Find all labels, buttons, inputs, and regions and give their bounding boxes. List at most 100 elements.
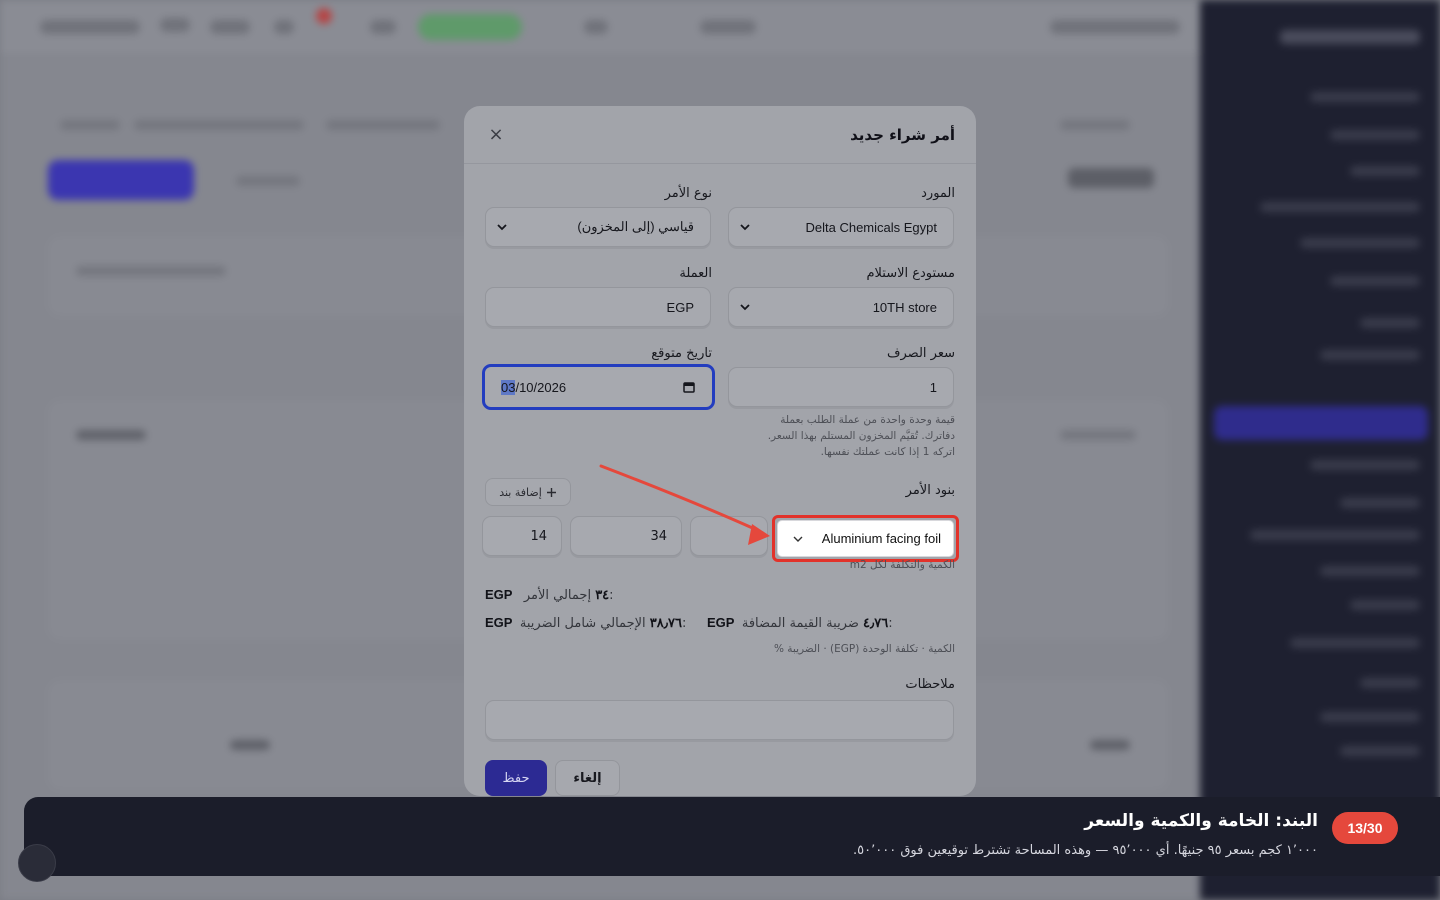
exchange-rate-value: 1 bbox=[929, 379, 937, 395]
bg-sidebar-item bbox=[1250, 530, 1420, 540]
help-button[interactable] bbox=[18, 844, 56, 882]
bg-sidebar-item bbox=[1310, 460, 1420, 470]
bg-chip bbox=[160, 18, 190, 32]
background-sidebar bbox=[1200, 0, 1440, 900]
bg-line bbox=[236, 176, 300, 186]
save-button[interactable]: حفظ bbox=[485, 760, 547, 796]
bg-line bbox=[60, 120, 120, 130]
line-quantity-input[interactable] bbox=[690, 516, 768, 556]
bg-notification-dot bbox=[316, 8, 332, 24]
close-icon[interactable]: × bbox=[484, 124, 508, 145]
warehouse-select[interactable]: 10TH store bbox=[728, 287, 954, 327]
bg-status-chip bbox=[418, 14, 522, 40]
tutorial-banner: 13/30 البند: الخامة والكمية والسعر ١٬٠٠٠… bbox=[24, 797, 1440, 876]
bg-chip bbox=[210, 20, 250, 34]
order-type-label: نوع الأمر bbox=[664, 186, 712, 201]
line-tax-input[interactable]: 14 bbox=[482, 516, 562, 556]
add-line-button[interactable]: إضافة بند bbox=[485, 478, 571, 506]
background-topbar bbox=[0, 0, 1200, 56]
order-lines-label: بنود الأمر bbox=[905, 483, 955, 498]
line-unit-hint: الكمية والتكلفة لكل m2 bbox=[849, 559, 955, 571]
warehouse-value: 10TH store bbox=[872, 299, 937, 315]
line-columns-hint: الكمية · تكلفة الوحدة (EGP) · الضريبة % bbox=[773, 643, 955, 655]
bg-line bbox=[1060, 120, 1130, 130]
date-month-segment: 03 bbox=[501, 379, 516, 395]
chevron-down-icon bbox=[740, 304, 750, 311]
line-unit-cost-value: 34 bbox=[650, 528, 667, 544]
modal-title: أمر شراء جديد bbox=[850, 125, 955, 144]
bg-line bbox=[1090, 740, 1130, 750]
currency-label: العملة bbox=[679, 266, 712, 281]
chevron-down-icon bbox=[793, 536, 803, 542]
date-rest-segment: /10/2026 bbox=[515, 379, 567, 395]
bg-line bbox=[134, 120, 304, 130]
bg-sidebar-item bbox=[1330, 276, 1420, 286]
bg-sidebar-item bbox=[1340, 498, 1420, 508]
supplier-label: المورد bbox=[921, 186, 955, 201]
bg-sidebar-item bbox=[1300, 238, 1420, 248]
bg-line bbox=[76, 430, 146, 440]
modal-header: أمر شراء جديد × bbox=[464, 106, 976, 164]
bg-sidebar-item bbox=[1330, 130, 1420, 140]
cancel-button[interactable]: إلغاء bbox=[555, 760, 620, 796]
bg-chip bbox=[584, 20, 608, 34]
line-unit-cost-input[interactable]: 34 bbox=[570, 516, 682, 556]
bg-sidebar-item bbox=[1320, 712, 1420, 722]
order-type-select[interactable]: قياسي (إلى المخزون) bbox=[485, 207, 711, 247]
help-line: قيمة وحدة واحدة من عملة الطلب بعملة bbox=[780, 414, 955, 426]
vat-total: EGP ٤٫٧٦ ضريبة القيمة المضافة: bbox=[707, 615, 893, 631]
help-line: اتركه 1 إذا كانت عملتك نفسها. bbox=[820, 446, 955, 458]
help-line: دفاترك. تُقيَّم المخزون المستلم بهذا الس… bbox=[767, 430, 955, 442]
add-line-label: إضافة بند bbox=[499, 485, 542, 499]
bg-sidebar-item bbox=[1290, 638, 1420, 648]
plus-icon bbox=[546, 487, 556, 497]
supplier-select[interactable]: Delta Chemicals Egypt bbox=[728, 207, 954, 247]
line-item-select[interactable]: Aluminium facing foil bbox=[777, 520, 954, 557]
bg-chip bbox=[40, 20, 140, 34]
expected-date-value: 03/10/2026 bbox=[501, 379, 668, 395]
calendar-icon[interactable] bbox=[682, 380, 696, 394]
bg-heading bbox=[1068, 168, 1154, 188]
currency-input[interactable]: EGP bbox=[485, 287, 711, 327]
bg-sidebar-item bbox=[1310, 92, 1420, 102]
notes-label: ملاحظات bbox=[905, 677, 955, 692]
exchange-rate-label: سعر الصرف bbox=[887, 346, 955, 361]
bg-sidebar-item bbox=[1340, 746, 1420, 756]
chevron-down-icon bbox=[740, 224, 750, 231]
line-item-value: Aluminium facing foil bbox=[821, 531, 941, 546]
bg-line bbox=[76, 266, 226, 276]
bg-sidebar-active bbox=[1214, 406, 1428, 440]
bg-sidebar-item bbox=[1320, 566, 1420, 576]
supplier-value: Delta Chemicals Egypt bbox=[805, 219, 938, 235]
bg-chip bbox=[274, 20, 294, 34]
bg-line bbox=[1060, 430, 1136, 440]
line-tax-value: 14 bbox=[530, 528, 547, 544]
grand-total: EGP ٣٨٫٧٦ الإجمالي شامل الضريبة: bbox=[485, 615, 686, 631]
expected-date-input[interactable]: 03/10/2026 bbox=[482, 364, 715, 410]
chevron-down-icon bbox=[497, 224, 507, 231]
bg-sidebar-logo bbox=[1280, 30, 1420, 44]
bg-sidebar-item bbox=[1260, 202, 1420, 212]
bg-sidebar-item bbox=[1360, 678, 1420, 688]
bg-line bbox=[230, 740, 270, 750]
bg-chip bbox=[700, 20, 756, 34]
order-type-value: قياسي (إلى المخزون) bbox=[577, 219, 694, 234]
exchange-rate-input[interactable]: 1 bbox=[728, 367, 954, 407]
order-total: EGP ٣٤ إجمالي الأمر: bbox=[485, 587, 614, 603]
currency-value: EGP bbox=[666, 299, 694, 315]
bg-chip bbox=[370, 20, 396, 34]
tutorial-title: البند: الخامة والكمية والسعر bbox=[1084, 811, 1318, 831]
warehouse-label: مستودع الاستلام bbox=[866, 266, 955, 281]
step-counter-badge: 13/30 bbox=[1332, 812, 1398, 844]
notes-input[interactable] bbox=[485, 700, 954, 740]
bg-sidebar-item bbox=[1350, 166, 1420, 176]
bg-sidebar-item bbox=[1360, 318, 1420, 328]
bg-sidebar-item bbox=[1320, 350, 1420, 360]
expected-date-label: تاريخ متوقع bbox=[651, 346, 712, 361]
bg-chip bbox=[1050, 20, 1180, 34]
purchase-order-modal: أمر شراء جديد × المورد Delta Chemicals E… bbox=[464, 106, 976, 796]
bg-line bbox=[326, 120, 440, 130]
exchange-rate-help: قيمة وحدة واحدة من عملة الطلب بعملة دفات… bbox=[725, 412, 955, 460]
background-primary-button bbox=[48, 160, 194, 200]
bg-sidebar-item bbox=[1350, 600, 1420, 610]
